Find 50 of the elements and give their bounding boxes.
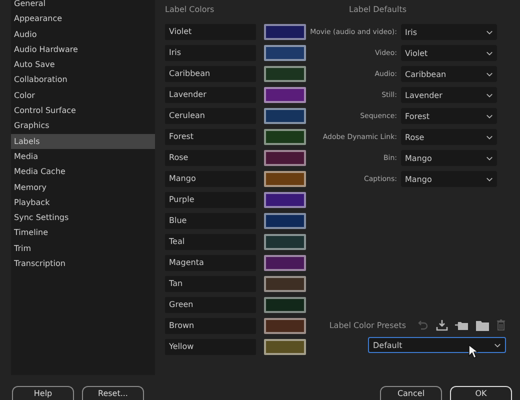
label-name-field[interactable]: Rose (165, 150, 256, 166)
label-name-field[interactable]: Green (165, 297, 256, 313)
sidebar-item[interactable]: Labels (11, 134, 155, 149)
label-name-field[interactable]: Mango (165, 171, 256, 187)
sidebar-item[interactable]: Appearance (11, 11, 155, 27)
label-name-field[interactable]: Teal (165, 234, 256, 250)
sidebar-item[interactable]: Transcription (11, 256, 155, 272)
sidebar-item[interactable]: Audio Hardware (11, 42, 155, 58)
label-name-field[interactable]: Lavender (165, 87, 256, 103)
label-name-field[interactable]: Magenta (165, 255, 256, 271)
section-heading: Label Colors (165, 4, 216, 16)
section-heading: Label Defaults (348, 4, 408, 16)
sidebar-item[interactable]: General (11, 0, 155, 12)
sidebar-item[interactable]: Trim (11, 240, 155, 256)
sidebar-item[interactable]: Collaboration (11, 72, 155, 88)
label-name-field[interactable]: Brown (165, 318, 256, 334)
dialog-button[interactable]: OK (450, 386, 512, 400)
label-name-field[interactable]: Iris (165, 45, 256, 61)
sidebar-item[interactable]: Timeline (11, 225, 155, 241)
label-dropdown[interactable]: Iris (401, 24, 497, 40)
sidebar-item[interactable]: Auto Save (11, 57, 155, 72)
label-name-field[interactable]: Violet (165, 24, 256, 40)
label-name-field[interactable]: Forest (165, 129, 256, 145)
label-name-field[interactable]: Yellow (165, 339, 256, 355)
label-name-field[interactable]: Caribbean (165, 66, 256, 82)
dialog-button[interactable]: Cancel (380, 386, 442, 400)
sidebar-item[interactable]: Color (11, 88, 155, 104)
label-name-field[interactable]: Tan (165, 276, 256, 292)
sidebar-item[interactable]: Media (11, 148, 155, 164)
dialog-button[interactable]: Help (12, 386, 74, 400)
sidebar-item[interactable]: Audio (11, 26, 155, 42)
sidebar-item[interactable]: Memory (11, 180, 155, 195)
label-dropdown[interactable]: Rose (401, 129, 497, 145)
label-dropdown[interactable]: Violet (401, 45, 497, 61)
sidebar-item[interactable]: Control Surface (11, 103, 155, 118)
sidebar-item[interactable]: Media Cache (11, 164, 155, 180)
label-dropdown[interactable]: Mango (401, 150, 497, 166)
presets-label: Label Color Presets (329, 320, 406, 330)
label-name-field[interactable]: Purple (165, 192, 256, 208)
label-name-field[interactable]: Cerulean (165, 108, 256, 124)
sidebar-item[interactable]: Graphics (11, 118, 155, 134)
label-name-field[interactable]: Blue (165, 213, 256, 229)
sidebar-item[interactable]: Playback (11, 194, 155, 210)
label-dropdown[interactable]: Caribbean (401, 66, 497, 82)
preset-dropdown[interactable]: Default (368, 337, 506, 353)
label-dropdown[interactable]: Lavender (401, 87, 497, 103)
dialog-button[interactable]: Reset... (82, 386, 144, 400)
label-dropdown[interactable]: Mango (401, 171, 497, 187)
label-dropdown[interactable]: Forest (401, 108, 497, 124)
sidebar-item[interactable]: Sync Settings (11, 210, 155, 226)
